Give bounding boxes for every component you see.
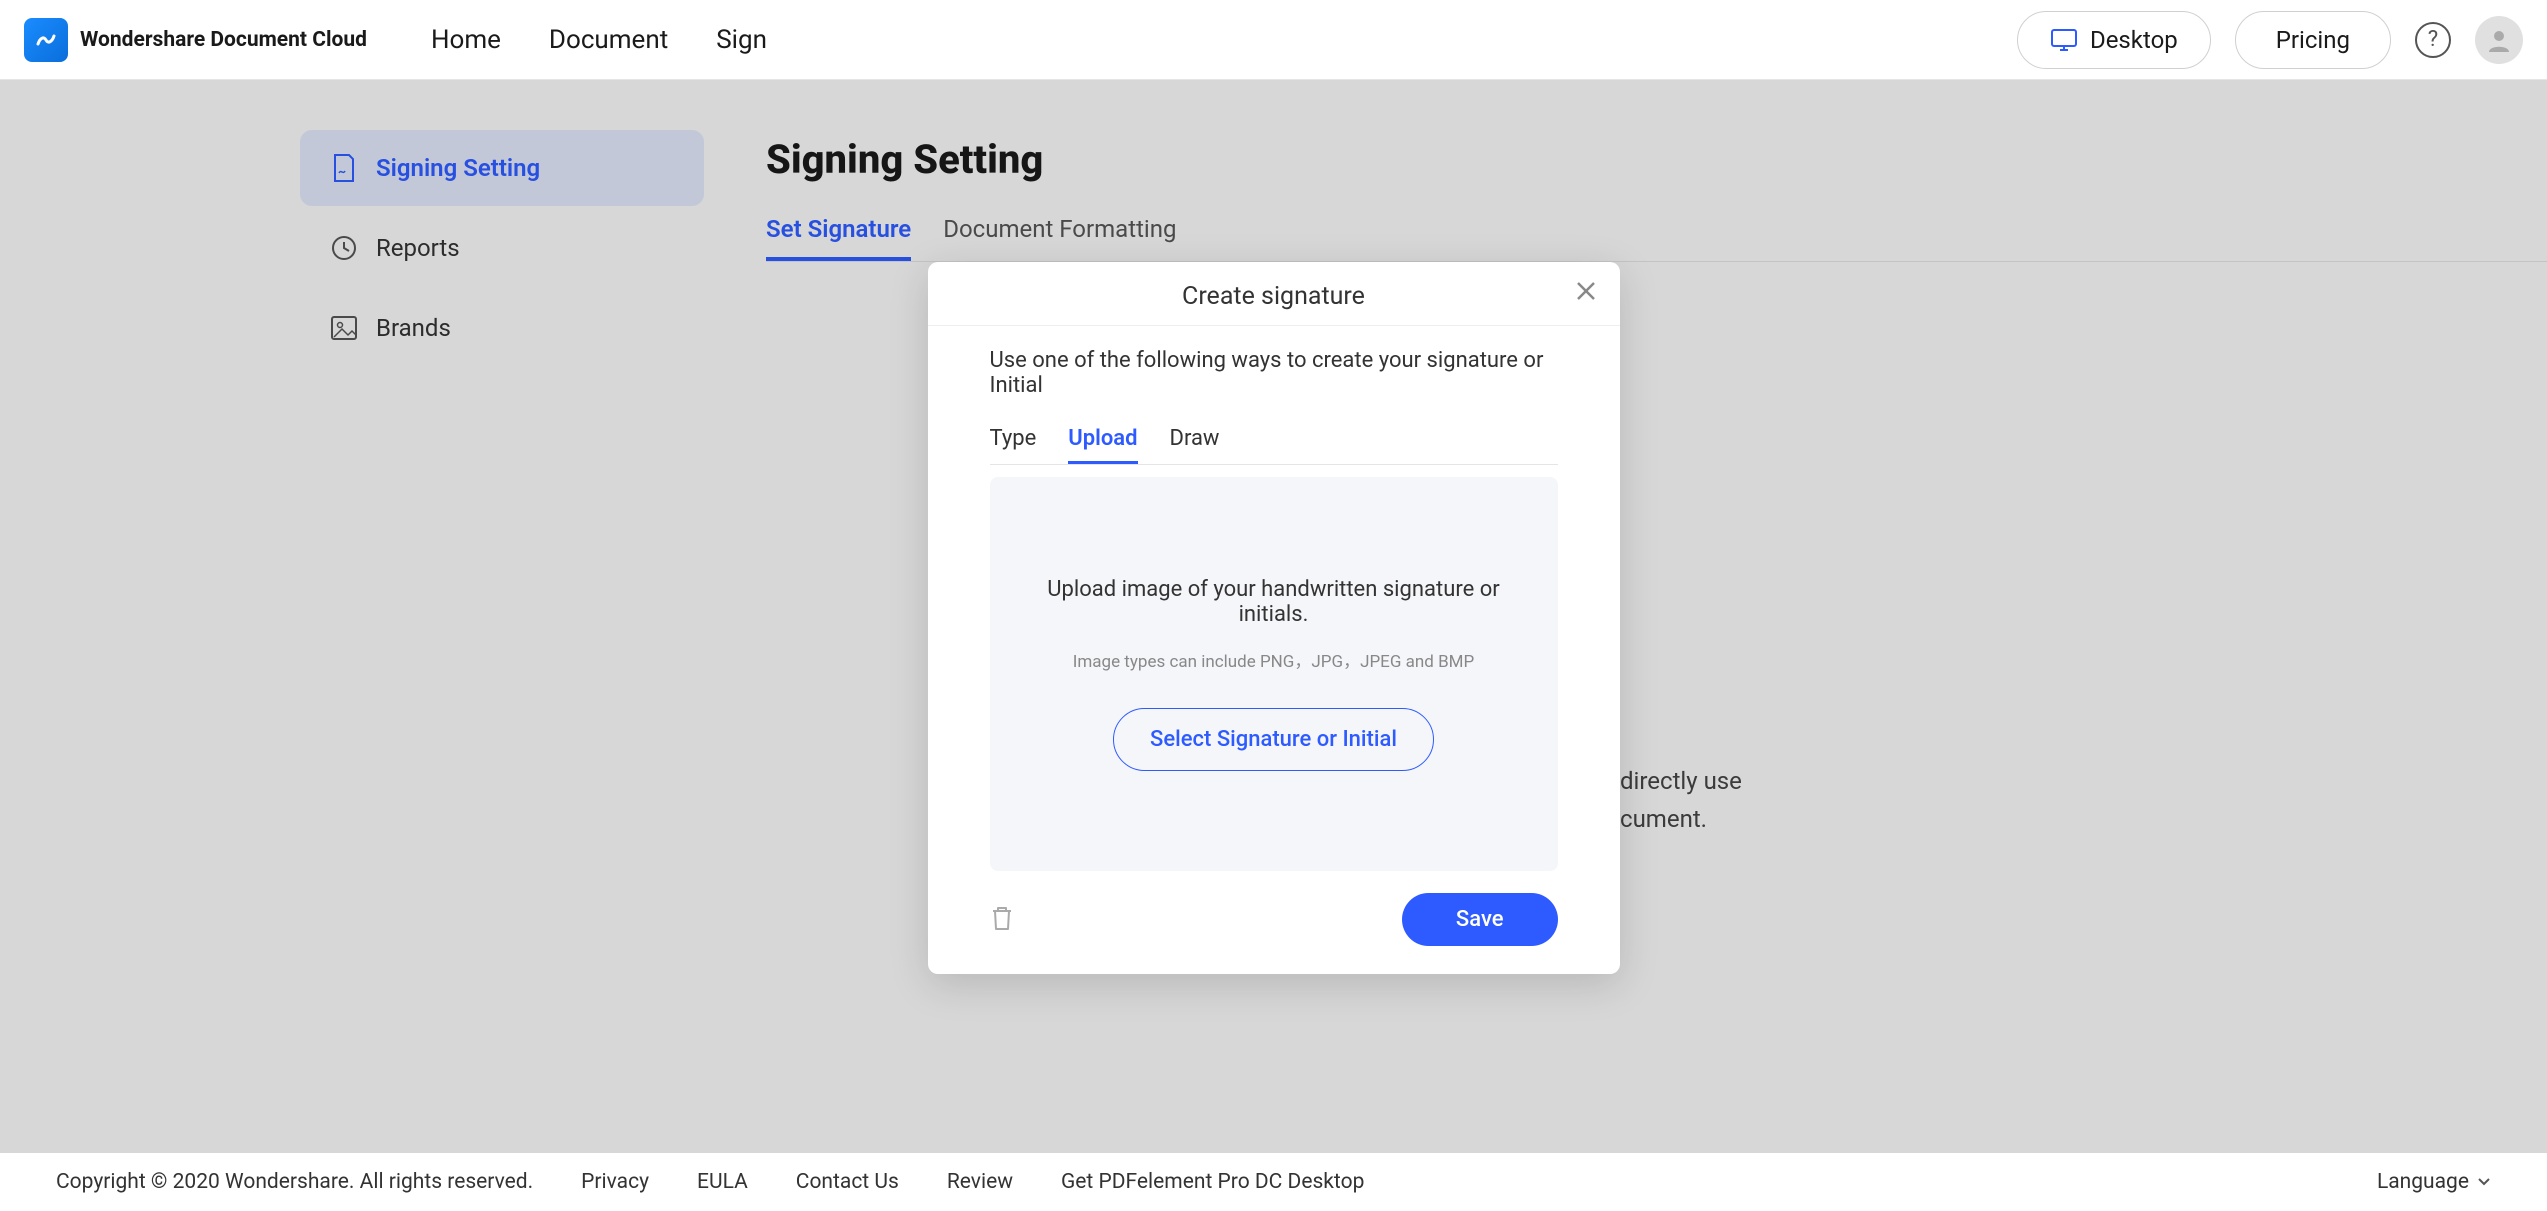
method-tab-type[interactable]: Type — [990, 426, 1037, 464]
method-tabs: Type Upload Draw — [990, 426, 1558, 465]
logo-text: Wondershare Document Cloud — [80, 28, 367, 52]
language-label: Language — [2377, 1170, 2469, 1194]
modal-header: Create signature — [928, 262, 1620, 326]
method-tab-upload[interactable]: Upload — [1068, 426, 1137, 464]
nav-home[interactable]: Home — [431, 25, 501, 55]
header: Wondershare Document Cloud Home Document… — [0, 0, 2547, 80]
select-signature-button[interactable]: Select Signature or Initial — [1113, 708, 1434, 771]
logo-icon — [24, 18, 68, 62]
nav-links: Home Document Sign — [431, 25, 767, 55]
header-right: Desktop Pricing ? — [2017, 11, 2523, 69]
logo-area[interactable]: Wondershare Document Cloud — [24, 18, 367, 62]
footer-left: Copyright © 2020 Wondershare. All rights… — [56, 1170, 1364, 1194]
modal-instruction: Use one of the following ways to create … — [990, 348, 1558, 398]
close-icon[interactable] — [1572, 280, 1600, 308]
footer-eula[interactable]: EULA — [697, 1170, 748, 1194]
language-selector[interactable]: Language — [2377, 1170, 2491, 1194]
copyright-text: Copyright © 2020 Wondershare. All rights… — [56, 1170, 533, 1194]
delete-icon[interactable] — [990, 905, 1014, 935]
upload-area[interactable]: Upload image of your handwritten signatu… — [990, 477, 1558, 871]
upload-instruction-main: Upload image of your handwritten signatu… — [1030, 577, 1518, 627]
create-signature-modal: Create signature Use one of the followin… — [928, 262, 1620, 974]
footer-review[interactable]: Review — [947, 1170, 1013, 1194]
help-icon[interactable]: ? — [2415, 22, 2451, 58]
desktop-button-label: Desktop — [2090, 26, 2178, 54]
modal-footer: Save — [990, 893, 1558, 946]
desktop-button[interactable]: Desktop — [2017, 11, 2211, 69]
footer-privacy[interactable]: Privacy — [581, 1170, 649, 1194]
method-tab-draw[interactable]: Draw — [1170, 426, 1220, 464]
footer: Copyright © 2020 Wondershare. All rights… — [0, 1153, 2547, 1211]
modal-body: Use one of the following ways to create … — [928, 326, 1620, 974]
upload-instruction-sub: Image types can include PNG，JPG，JPEG and… — [1030, 647, 1518, 672]
pricing-button[interactable]: Pricing — [2235, 11, 2391, 69]
footer-contact[interactable]: Contact Us — [796, 1170, 899, 1194]
nav-document[interactable]: Document — [549, 25, 668, 55]
modal-title: Create signature — [1182, 282, 1365, 311]
footer-get-desktop[interactable]: Get PDFelement Pro DC Desktop — [1061, 1170, 1364, 1194]
desktop-icon — [2050, 28, 2078, 52]
chevron-down-icon — [2477, 1177, 2491, 1187]
save-button[interactable]: Save — [1402, 893, 1558, 946]
nav-sign[interactable]: Sign — [716, 25, 767, 55]
avatar[interactable] — [2475, 16, 2523, 64]
